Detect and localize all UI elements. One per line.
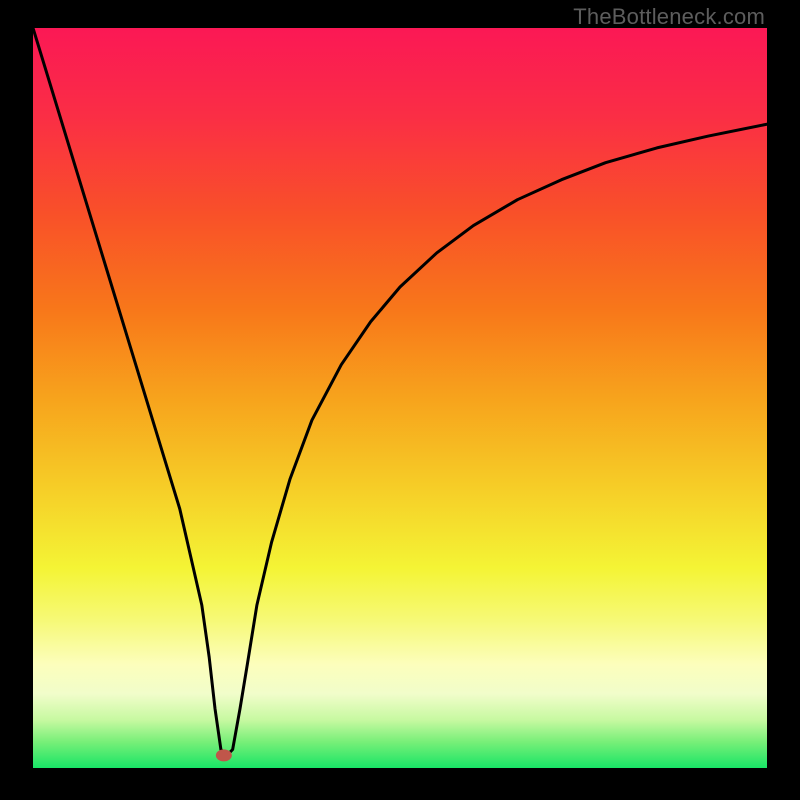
chart-frame: [33, 28, 767, 768]
bottleneck-marker: [216, 749, 232, 761]
chart-background: [33, 28, 767, 768]
bottleneck-chart: [33, 28, 767, 768]
watermark-text: TheBottleneck.com: [573, 4, 765, 30]
